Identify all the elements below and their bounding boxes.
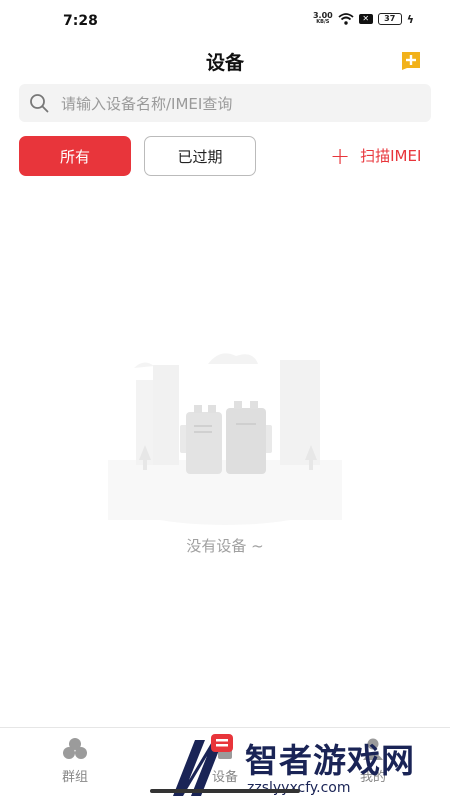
scan-imei-button[interactable]: + 扫描IMEI bbox=[330, 141, 422, 170]
search-icon bbox=[30, 94, 49, 113]
tab-expired-label: 已过期 bbox=[177, 147, 223, 166]
empty-state-message: 没有设备 ~ bbox=[186, 537, 264, 555]
speed-unit: KB/S bbox=[316, 19, 330, 25]
search-bar[interactable] bbox=[19, 84, 431, 124]
scan-imei-label: 扫描IMEI bbox=[360, 147, 422, 165]
plus-icon: + bbox=[330, 141, 351, 170]
add-box-icon[interactable] bbox=[400, 50, 422, 70]
page-title: 设备 bbox=[205, 52, 244, 74]
no-sim-icon: ✕ bbox=[358, 14, 373, 24]
network-speed: 3.00 KB/S bbox=[313, 12, 333, 26]
group-icon bbox=[63, 738, 87, 759]
tab-all-label: 所有 bbox=[59, 147, 90, 166]
wifi-icon bbox=[338, 13, 354, 25]
search-input[interactable] bbox=[59, 84, 423, 124]
status-indicators: 3.00 KB/S ✕ 37 ϟ bbox=[313, 12, 414, 26]
watermark-url: zzslyyxcfy.com bbox=[247, 780, 351, 796]
empty-devices-illustration bbox=[108, 353, 342, 525]
nav-item-groups[interactable]: 群组 bbox=[40, 736, 110, 785]
status-bar: 7:28 3.00 KB/S ✕ 37 ϟ bbox=[0, 0, 450, 40]
status-time: 7:28 bbox=[63, 13, 98, 29]
tab-expired[interactable]: 已过期 bbox=[144, 136, 256, 176]
watermark-text: 智者游戏网 bbox=[245, 741, 415, 780]
nav-label-groups: 群组 bbox=[61, 770, 88, 785]
home-indicator bbox=[150, 789, 300, 793]
tab-all[interactable]: 所有 bbox=[19, 136, 131, 176]
charging-icon: ϟ bbox=[406, 12, 414, 26]
battery-indicator: 37 bbox=[377, 13, 402, 25]
speed-value: 3.00 bbox=[312, 11, 333, 20]
